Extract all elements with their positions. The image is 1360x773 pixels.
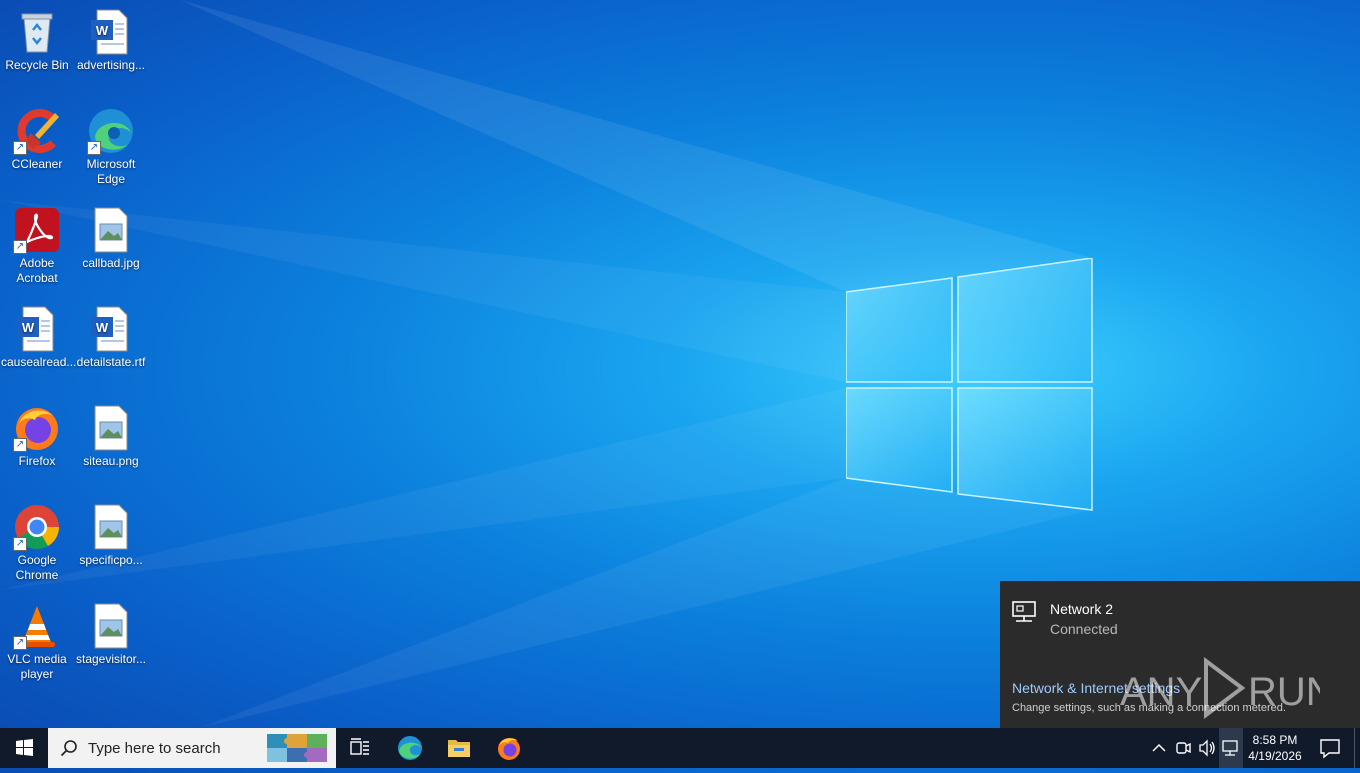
desktop-icon-firefox[interactable]: ↗ Firefox — [0, 398, 74, 469]
task-view-button[interactable] — [336, 728, 384, 768]
clock-time: 8:58 PM — [1252, 733, 1298, 747]
image-file-icon — [87, 206, 135, 254]
start-button[interactable] — [0, 728, 48, 768]
network-tray-button[interactable] — [1219, 728, 1243, 768]
desktop-icon-label: Firefox — [18, 454, 56, 468]
watermark-text-run: RUN — [1248, 670, 1320, 714]
taskbar-search-box[interactable]: Type here to search — [48, 728, 336, 768]
task-view-icon — [350, 738, 369, 755]
desktop-icon-specificpo[interactable]: specificpo... — [74, 497, 148, 568]
desktop-icon-label: Microsoft Edge — [86, 157, 136, 186]
desktop-icon-stagevisitor[interactable]: stagevisitor... — [74, 596, 148, 667]
firefox-icon — [498, 738, 520, 760]
svg-text:W: W — [96, 320, 109, 335]
anyrun-watermark: ANY RUN — [1120, 655, 1335, 726]
desktop-icon-label: CCleaner — [11, 157, 63, 171]
desktop-icon-causealread-doc[interactable]: W causealread... — [0, 299, 77, 370]
shortcut-arrow-icon: ↗ — [13, 636, 27, 650]
desktop-icon-label: callbad.jpg — [82, 256, 140, 270]
word-document-icon: W — [13, 305, 61, 353]
action-center-button[interactable] — [1310, 728, 1350, 768]
desktop-icon-google-chrome[interactable]: ↗ Google Chrome — [0, 497, 74, 583]
desktop-icon-label: causealread... — [1, 355, 77, 369]
shortcut-arrow-icon: ↗ — [87, 141, 101, 155]
ccleaner-icon: ↗ — [13, 107, 61, 155]
shortcut-arrow-icon: ↗ — [13, 240, 27, 254]
desktop-icon-recycle-bin[interactable]: Recycle Bin — [0, 2, 74, 73]
desktop-icon-adobe-acrobat[interactable]: ↗ Adobe Acrobat — [0, 200, 74, 286]
svg-text:W: W — [22, 320, 35, 335]
desktop-icon-callbad-jpg[interactable]: callbad.jpg — [74, 200, 148, 271]
taskbar-edge-button[interactable] — [386, 728, 434, 768]
word-document-icon: W — [87, 305, 135, 353]
network-name[interactable]: Network 2 — [1050, 601, 1113, 617]
taskbar-firefox-button[interactable] — [485, 728, 533, 768]
acrobat-icon: ↗ — [13, 206, 61, 254]
file-explorer-icon — [448, 740, 470, 757]
speaker-icon — [1199, 739, 1215, 757]
volume-button[interactable] — [1195, 728, 1219, 768]
desktop-icon-advertising-doc[interactable]: W advertising... — [74, 2, 148, 73]
edge-icon — [398, 736, 422, 760]
shortcut-arrow-icon: ↗ — [13, 537, 27, 551]
desktop-icon-label: advertising... — [76, 58, 146, 72]
show-desktop-button[interactable] — [1354, 728, 1360, 768]
recycle-bin-icon — [13, 8, 61, 56]
show-hidden-icons-button[interactable] — [1147, 728, 1171, 768]
desktop-icon-label: Google Chrome — [15, 553, 59, 582]
search-placeholder: Type here to search — [88, 740, 221, 757]
wired-network-icon — [1012, 601, 1038, 628]
windows-start-icon — [16, 739, 33, 756]
chrome-icon: ↗ — [13, 503, 61, 551]
search-highlight-puzzle-icon — [267, 734, 327, 762]
desktop-icon-microsoft-edge[interactable]: ↗ Microsoft Edge — [74, 101, 148, 187]
vlc-cone-icon: ↗ — [13, 602, 61, 650]
network-status: Connected — [1050, 621, 1118, 637]
wallpaper-windows-logo — [846, 258, 1093, 511]
svg-text:W: W — [96, 23, 109, 38]
desktop-icon-label: detailstate.rtf — [76, 355, 146, 369]
desktop-icon-siteau-png[interactable]: siteau.png — [74, 398, 148, 469]
desktop-icon-ccleaner[interactable]: ↗ CCleaner — [0, 101, 74, 172]
image-file-icon — [87, 404, 135, 452]
shortcut-arrow-icon: ↗ — [13, 141, 27, 155]
shortcut-arrow-icon: ↗ — [13, 438, 27, 452]
network-tray-icon — [1222, 740, 1238, 756]
watermark-text-any: ANY — [1120, 670, 1202, 714]
clock-date: 4/19/2026 — [1248, 749, 1302, 763]
desktop-icon-label: Recycle Bin — [5, 58, 69, 72]
taskbar-clock[interactable]: 8:58 PM 4/19/2026 — [1244, 732, 1306, 764]
search-icon — [60, 740, 77, 757]
desktop-icon-label: siteau.png — [83, 454, 139, 468]
taskbar-file-explorer-button[interactable] — [435, 728, 483, 768]
edge-icon: ↗ — [87, 107, 135, 155]
image-file-icon — [87, 602, 135, 650]
taskbar: Type here to search 8:58 PM 4/19/2026 — [0, 728, 1360, 768]
firefox-icon: ↗ — [13, 404, 61, 452]
image-file-icon — [87, 503, 135, 551]
notification-icon — [1320, 739, 1340, 759]
tray-meeting-icon-button[interactable] — [1171, 728, 1195, 768]
meet-now-icon — [1176, 742, 1191, 754]
desktop-icon-label: Adobe Acrobat — [16, 256, 58, 285]
desktop-icon-detailstate-rtf[interactable]: W detailstate.rtf — [74, 299, 148, 370]
desktop-icon-vlc[interactable]: ↗ VLC media player — [0, 596, 74, 682]
desktop-icon-label: VLC media player — [7, 652, 67, 681]
chevron-up-icon — [1152, 743, 1166, 752]
desktop-icon-label: stagevisitor... — [75, 652, 147, 666]
word-document-icon: W — [87, 8, 135, 56]
desktop-icon-label: specificpo... — [79, 553, 143, 567]
